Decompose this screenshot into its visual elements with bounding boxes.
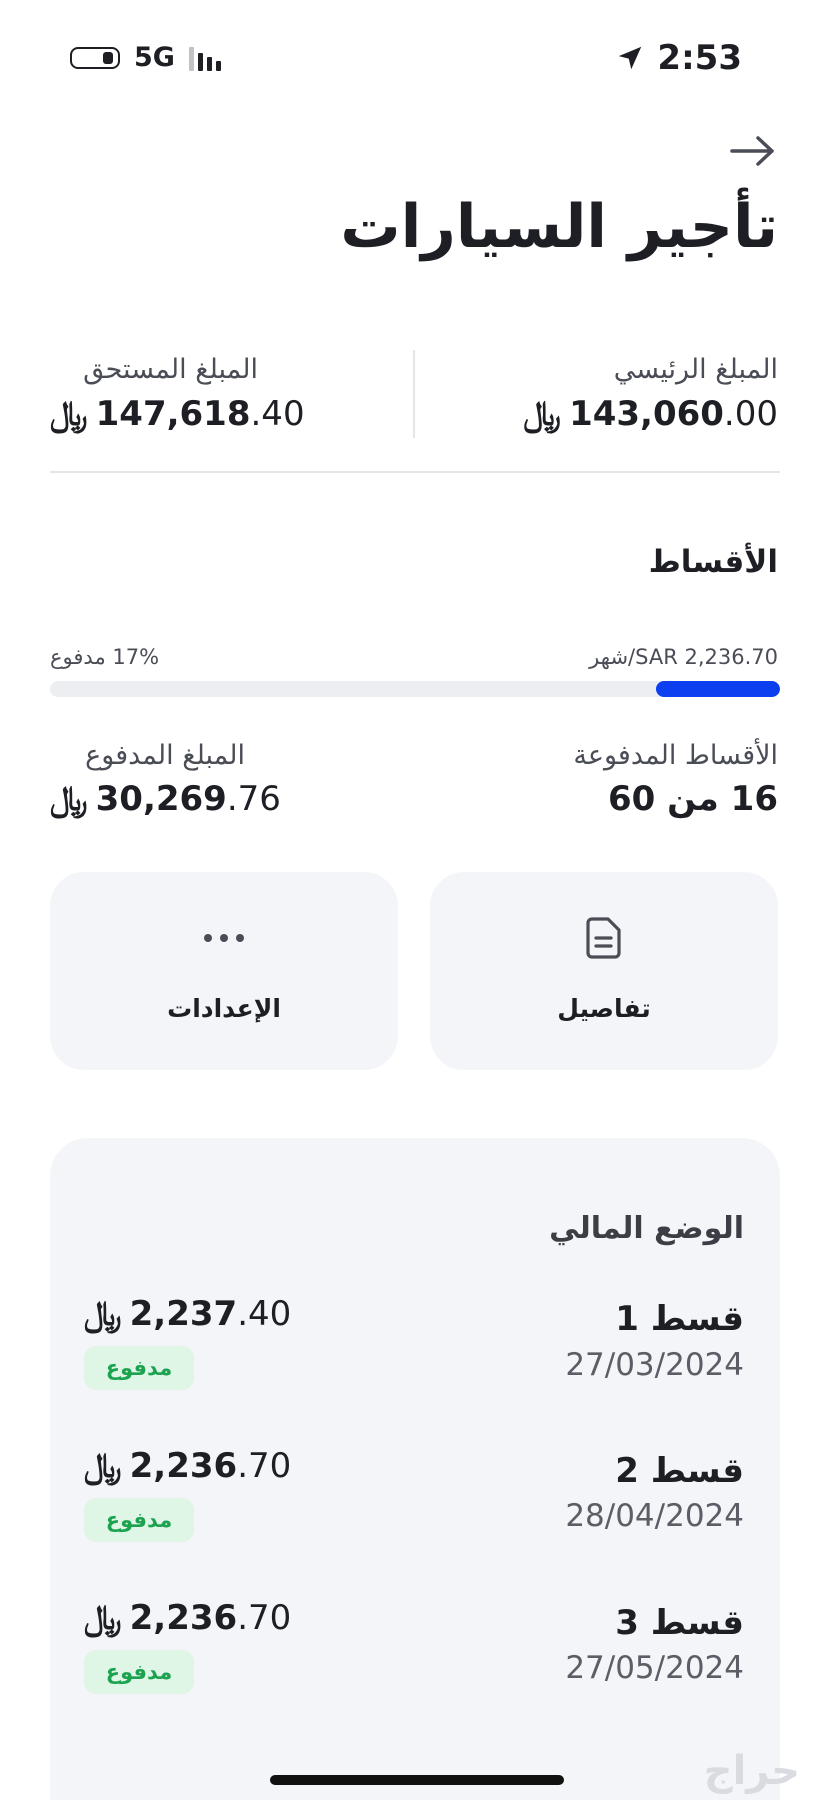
installment-amount-int: 2,237 (129, 1294, 238, 1334)
sar-currency-icon: ﷼ (50, 394, 88, 434)
installment-amount-dec: .40 (237, 1294, 292, 1334)
watermark-logo: حراج (703, 1748, 800, 1794)
monthly-amount-label: شهر/SAR 2,236.70 (589, 645, 778, 669)
installment-amount-int: 2,236 (129, 1446, 238, 1486)
details-label: تفاصيل (557, 994, 651, 1023)
installment-date: 28/04/2024 (565, 1498, 744, 1534)
paid-status-badge: مدفوع (84, 1650, 194, 1694)
paid-amount-int: 30,269 (95, 779, 227, 819)
summary-divider (413, 350, 415, 438)
status-bar-right: 2:53 (615, 38, 742, 78)
status-bar-left: 5G (70, 42, 221, 73)
installment-title: قسط 1 (615, 1299, 744, 1339)
principal-dec: .00 (723, 394, 778, 434)
installment-date: 27/05/2024 (565, 1650, 744, 1686)
location-arrow-icon (619, 46, 642, 70)
sar-currency-icon: ﷼ (84, 1598, 122, 1638)
battery-icon (70, 46, 120, 69)
installment-amount: ﷼ 2,236.70 (84, 1598, 291, 1638)
signal-icon (188, 45, 221, 71)
installments-progress-bar (50, 681, 780, 697)
paid-amount-label: المبلغ المدفوع (85, 740, 245, 771)
sar-currency-icon: ﷼ (84, 1294, 122, 1334)
principal-int: 143,060 (569, 394, 724, 434)
paid-amount-dec: .76 (226, 779, 281, 819)
principal-label: المبلغ الرئيسي (613, 354, 778, 385)
installment-title: قسط 2 (615, 1451, 744, 1491)
installment-date: 27/03/2024 (565, 1347, 744, 1383)
paid-amount-value: ﷼ 30,269.76 (50, 779, 281, 819)
financial-status-title: الوضع المالي (549, 1211, 744, 1246)
details-button[interactable]: تفاصيل (430, 872, 778, 1070)
paid-installments-label: الأقساط المدفوعة (573, 740, 778, 771)
installments-title: الأقساط (648, 544, 778, 580)
network-label: 5G (134, 42, 175, 73)
sar-currency-icon: ﷼ (84, 1446, 122, 1486)
installment-amount: ﷼ 2,237.40 (84, 1294, 291, 1334)
page-title: تأجير السيارات (340, 192, 779, 262)
more-dots-icon (204, 934, 244, 942)
paid-status-badge: مدفوع (84, 1346, 194, 1390)
settings-button[interactable]: الإعدادات (50, 872, 398, 1070)
home-indicator[interactable] (270, 1775, 564, 1785)
principal-amount: ﷼ 143,060.00 (523, 394, 778, 434)
installment-title: قسط 3 (615, 1603, 744, 1643)
installment-amount-dec: .70 (237, 1446, 292, 1486)
progress-fill (655, 681, 780, 697)
installment-amount: ﷼ 2,236.70 (84, 1446, 291, 1486)
due-amount: ﷼ 147,618.40 (50, 394, 305, 434)
due-dec: .40 (250, 394, 305, 434)
due-label: المبلغ المستحق (83, 354, 258, 385)
paid-installments-value: 16 من 60 (608, 779, 778, 819)
status-time: 2:53 (657, 38, 742, 78)
installment-amount-dec: .70 (237, 1598, 292, 1638)
paid-status-badge: مدفوع (84, 1498, 194, 1542)
due-int: 147,618 (95, 394, 251, 434)
settings-label: الإعدادات (167, 994, 281, 1023)
sar-currency-icon: ﷼ (523, 394, 562, 434)
sar-currency-icon: ﷼ (50, 779, 88, 819)
document-icon (586, 917, 621, 959)
section-divider (50, 471, 780, 473)
back-arrow-icon[interactable] (728, 134, 778, 168)
paid-percent-label: 17% مدفوع (50, 645, 160, 669)
installment-amount-int: 2,236 (129, 1598, 238, 1638)
